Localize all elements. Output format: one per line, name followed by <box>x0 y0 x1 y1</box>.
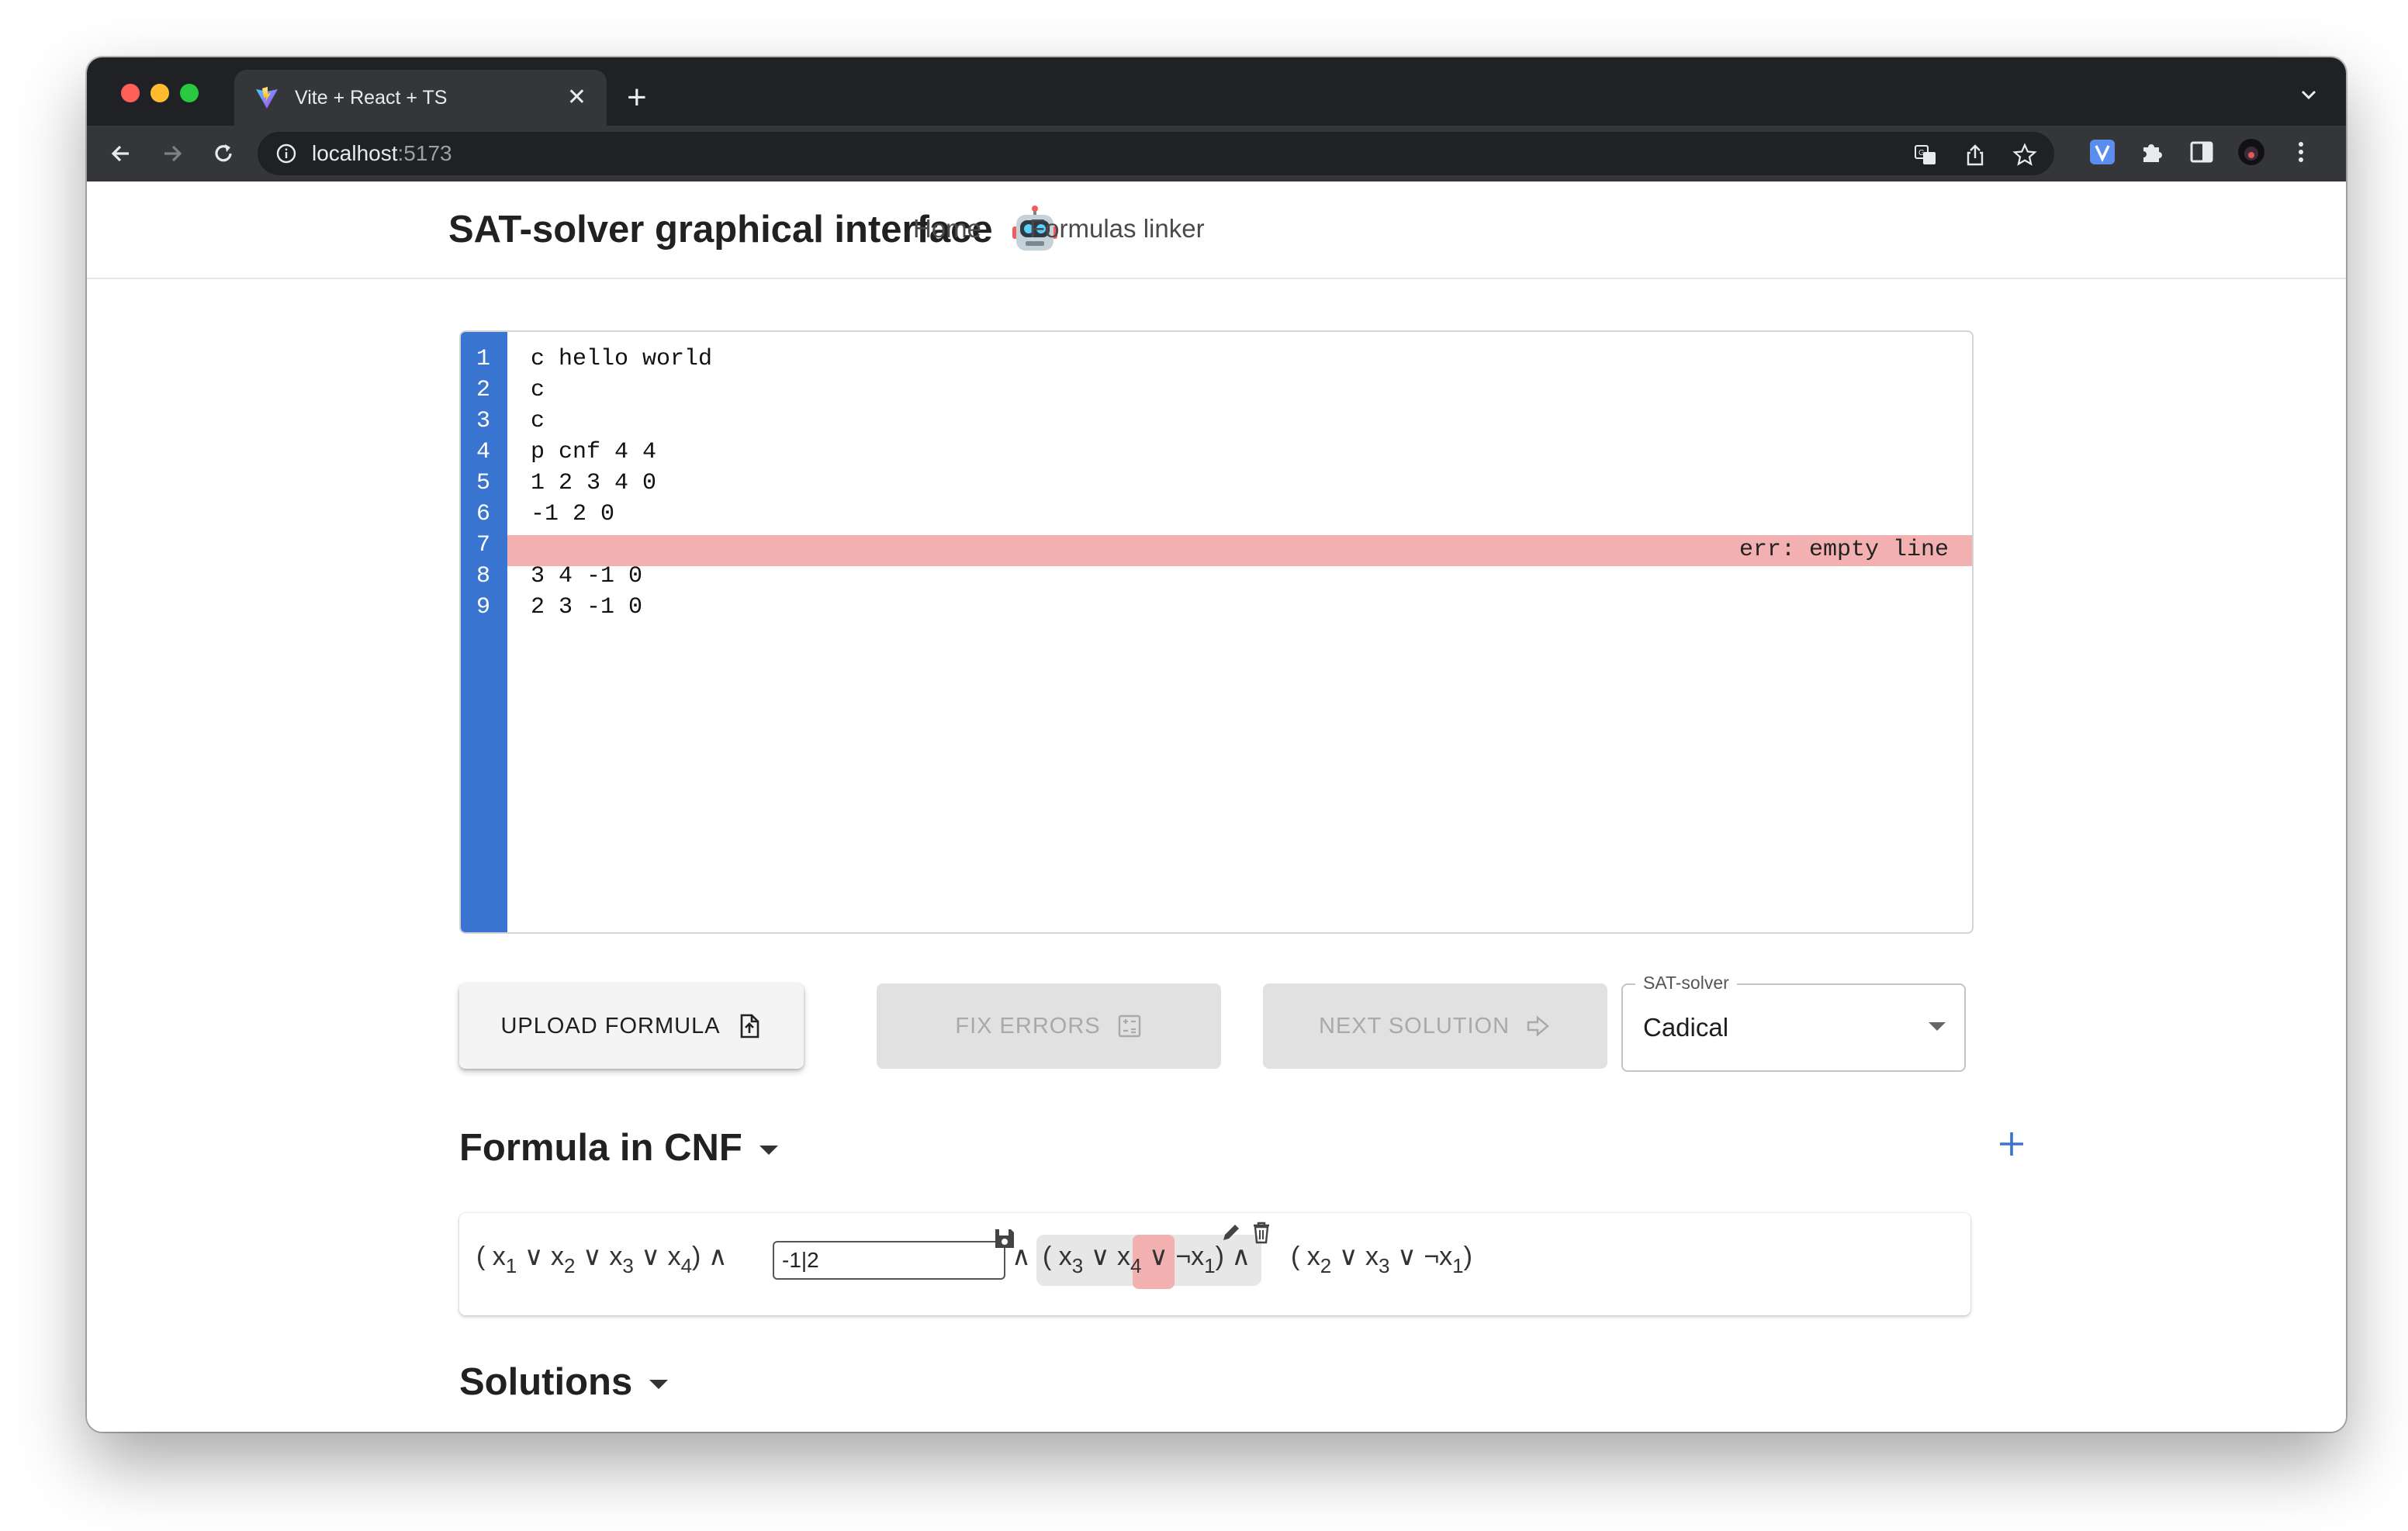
chevron-down-icon <box>1929 1022 1946 1031</box>
line-number: 3 <box>476 408 491 434</box>
address-bar[interactable]: localhost:5173 G <box>258 132 2054 175</box>
svg-text:G: G <box>1918 149 1925 157</box>
nav-formulas-linker-link[interactable]: Formulas linker <box>1029 214 1205 244</box>
next-solution-label: NEXT SOLUTION <box>1318 1013 1510 1039</box>
vite-logo-icon <box>256 87 278 109</box>
formula-section-toggle[interactable]: Formula in CNF <box>459 1126 778 1170</box>
dimacs-code-editor[interactable]: err: empty line 1 2 3 4 5 6 7 8 9 c hell… <box>459 330 1974 934</box>
line-number: 4 <box>476 439 491 465</box>
bookmark-star-icon[interactable] <box>2012 143 2037 168</box>
side-panel-icon[interactable] <box>2188 138 2216 166</box>
line-number: 7 <box>476 532 491 558</box>
url-text: localhost:5173 <box>312 141 452 165</box>
line-number: 1 <box>476 346 491 372</box>
close-window-button[interactable] <box>121 84 140 102</box>
fix-errors-label: FIX ERRORS <box>955 1013 1101 1039</box>
line-number: 5 <box>476 470 491 496</box>
browser-titlebar: Vite + React + TS ✕ + <box>87 57 2346 126</box>
upload-formula-button[interactable]: UPLOAD FORMULA <box>459 983 804 1069</box>
line-number: 6 <box>476 501 491 527</box>
code-line[interactable]: c <box>531 408 545 434</box>
code-line[interactable]: 2 3 -1 0 <box>531 594 642 620</box>
nav-home-link[interactable]: Home <box>913 214 981 244</box>
next-solution-button[interactable]: NEXT SOLUTION <box>1263 983 1607 1069</box>
clause[interactable]: ( x1 ∨ x2 ∨ x3 ∨ x4) ∧ <box>476 1241 728 1278</box>
code-line[interactable]: 3 4 -1 0 <box>531 563 642 589</box>
fix-errors-button[interactable]: FIX ERRORS <box>877 983 1221 1069</box>
browser-toolbar: localhost:5173 G <box>87 126 2346 181</box>
solutions-section-toggle[interactable]: Solutions <box>459 1360 669 1404</box>
page-content: SAT-solver graphical interface Home Form… <box>87 181 2346 1432</box>
app-header: SAT-solver graphical interface Home Form… <box>87 181 2346 279</box>
share-icon[interactable] <box>1963 143 1988 168</box>
fix-errors-icon <box>1118 1014 1140 1038</box>
caret-down-icon <box>759 1146 778 1155</box>
error-line-highlight: err: empty line <box>507 535 1972 566</box>
code-line[interactable]: 1 2 3 4 0 <box>531 470 656 496</box>
tab-search-icon[interactable] <box>2298 84 2320 105</box>
caret-down-icon <box>649 1380 669 1389</box>
browser-window: Vite + React + TS ✕ + localhost:5173 G S… <box>87 57 2346 1432</box>
new-tab-button[interactable]: + <box>627 81 647 115</box>
add-clause-icon[interactable] <box>1995 1128 2028 1160</box>
vue-extension-icon[interactable] <box>2088 138 2116 166</box>
line-number: 8 <box>476 563 491 589</box>
line-number: 2 <box>476 377 491 403</box>
line-number: 9 <box>476 594 491 620</box>
zoom-window-button[interactable] <box>180 84 199 102</box>
tab-close-icon[interactable]: ✕ <box>567 86 586 109</box>
code-line[interactable]: c <box>531 377 545 403</box>
solutions-section-title: Solutions <box>459 1361 633 1403</box>
clause-edit-input[interactable]: -1|2 <box>773 1241 1005 1280</box>
delete-clause-icon[interactable] <box>1251 1221 1272 1244</box>
sat-solver-select[interactable]: SAT-solver Cadical <box>1621 973 1966 1072</box>
upload-formula-label: UPLOAD FORMULA <box>500 1013 721 1039</box>
site-info-icon[interactable] <box>275 142 298 165</box>
app-title-text: SAT-solver graphical interface <box>448 209 993 251</box>
sat-solver-select-value: Cadical <box>1643 1013 1729 1042</box>
next-arrow-icon <box>1527 1015 1549 1037</box>
clause[interactable]: ( x2 ∨ x3 ∨ ¬x1) <box>1291 1241 1472 1278</box>
and-operator: ∧ <box>1012 1242 1031 1271</box>
code-line[interactable]: c hello world <box>531 346 712 372</box>
browser-tab[interactable]: Vite + React + TS ✕ <box>234 70 607 126</box>
extensions-puzzle-icon[interactable] <box>2138 138 2166 166</box>
code-line[interactable]: p cnf 4 4 <box>531 439 656 465</box>
forward-arrow-icon[interactable] <box>158 140 186 168</box>
code-line[interactable]: -1 2 0 <box>531 501 614 527</box>
back-arrow-icon[interactable] <box>107 140 135 168</box>
error-message: err: empty line <box>1739 537 1949 563</box>
minimize-window-button[interactable] <box>150 84 169 102</box>
reload-icon[interactable] <box>209 140 237 168</box>
cnf-formula-box: ( x1 ∨ x2 ∨ x3 ∨ x4) ∧ -1|2 ∧ ( x3 ∨ x4 … <box>459 1213 1970 1315</box>
profile-avatar-icon[interactable] <box>2237 138 2265 166</box>
tab-title: Vite + React + TS <box>295 86 448 109</box>
browser-menu-icon[interactable] <box>2287 138 2315 166</box>
clause[interactable]: ( x3 ∨ x4 ∨ ¬x1) ∧ <box>1043 1241 1251 1278</box>
file-upload-icon <box>740 1014 759 1039</box>
sat-solver-select-label: SAT-solver <box>1635 973 1737 994</box>
formula-section-title: Formula in CNF <box>459 1127 742 1169</box>
translate-icon[interactable]: G <box>1913 143 1938 168</box>
